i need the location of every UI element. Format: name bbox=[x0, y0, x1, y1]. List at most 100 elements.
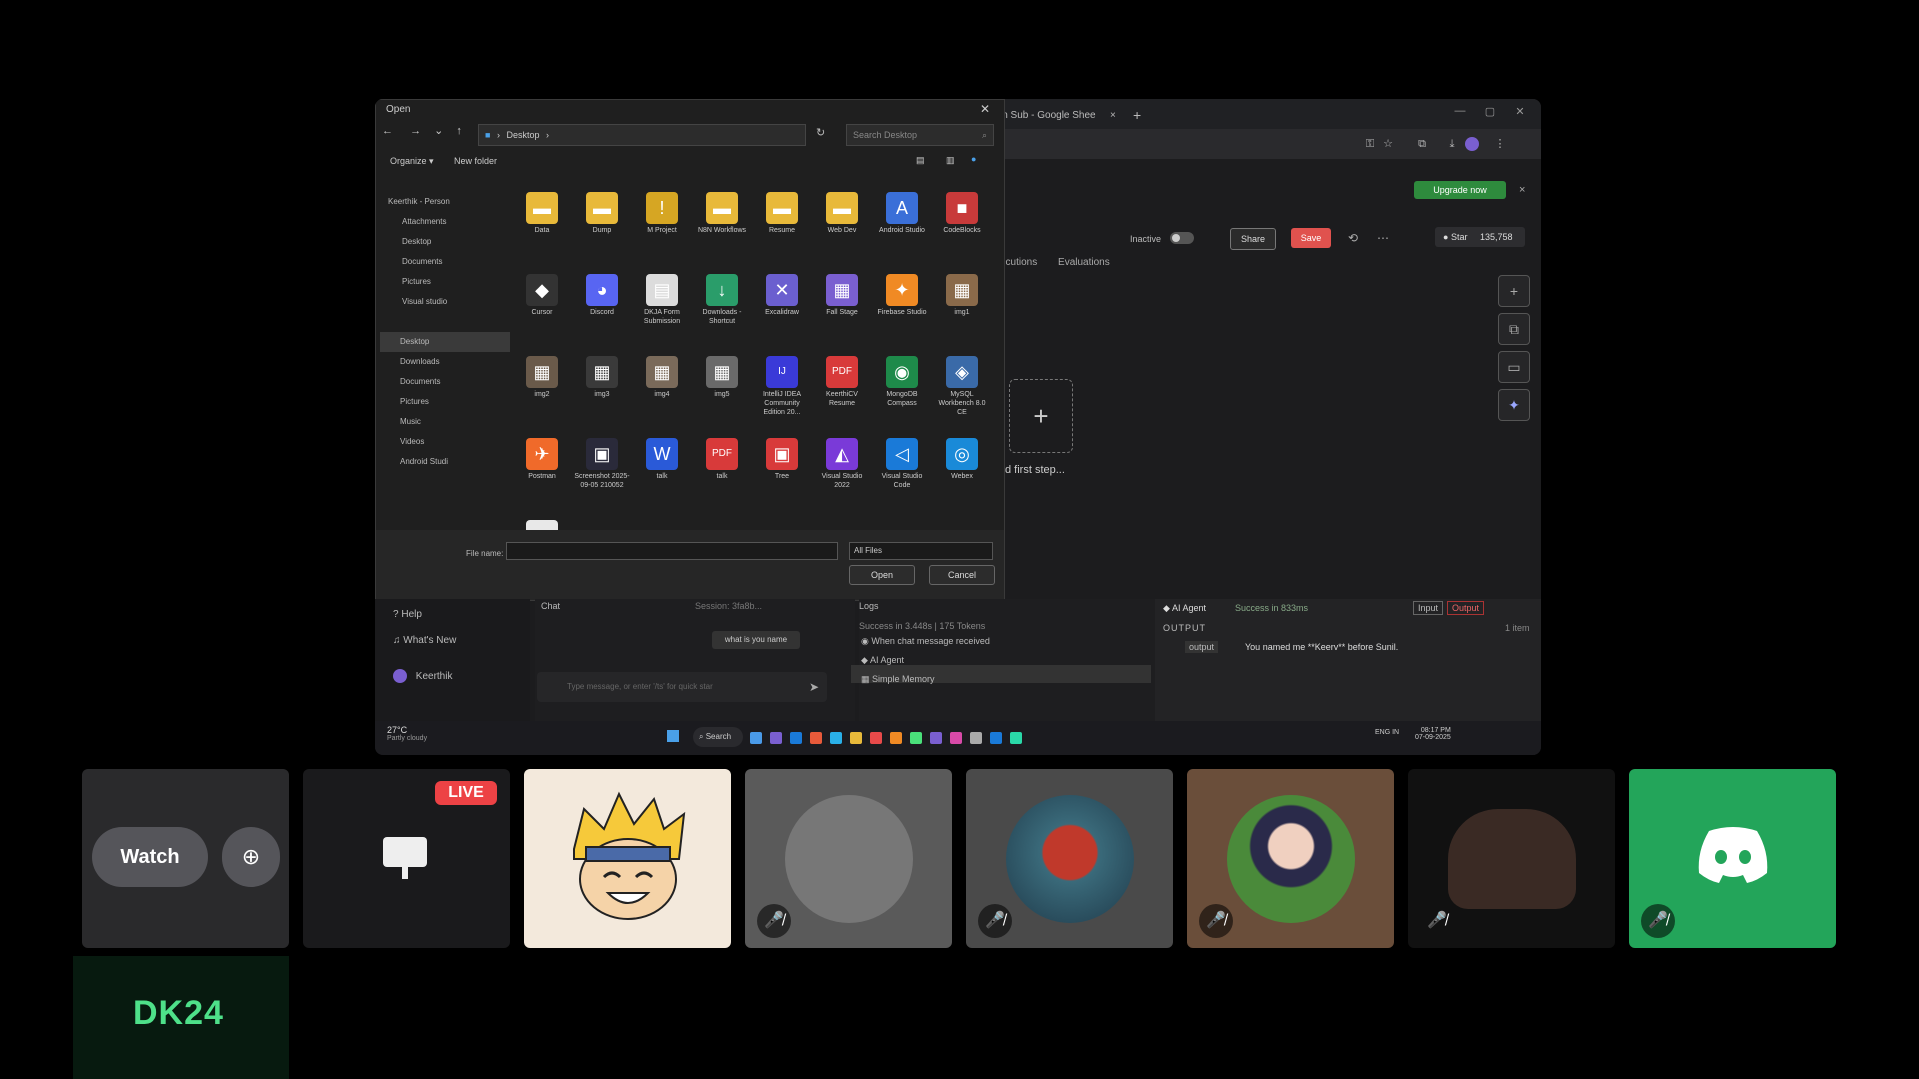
sidebar-item[interactable]: Music bbox=[380, 412, 510, 432]
taskbar-app-icon[interactable] bbox=[930, 732, 942, 744]
up-icon[interactable]: ↑ bbox=[456, 125, 462, 137]
language-indicator[interactable]: ENG IN bbox=[1375, 729, 1399, 736]
taskbar-app-icon[interactable] bbox=[1010, 732, 1022, 744]
tab-executions[interactable]: ecutions bbox=[1000, 257, 1037, 268]
taskbar-app-icon[interactable] bbox=[950, 732, 962, 744]
file-item[interactable]: ! M Project bbox=[634, 192, 690, 260]
sidebar-item[interactable]: Pictures bbox=[380, 272, 512, 292]
log-item[interactable]: ▦ Simple Memory bbox=[861, 674, 935, 685]
share-button[interactable]: Share bbox=[1230, 228, 1276, 250]
help-menu-item[interactable]: ? Help bbox=[393, 609, 422, 620]
file-item[interactable]: PDF talk bbox=[694, 438, 750, 506]
file-item[interactable]: ▦ img2 bbox=[514, 356, 570, 424]
sidebar-item[interactable]: Keerthik - Person bbox=[380, 192, 498, 212]
file-item[interactable]: PDF KeerthiCV Resume bbox=[814, 356, 870, 424]
bookmark-star-icon[interactable]: ☆ bbox=[1381, 137, 1395, 151]
log-item[interactable]: ◉ When chat message received bbox=[861, 636, 990, 647]
participant-4[interactable]: 🎤̸ bbox=[1187, 769, 1394, 948]
chat-input[interactable]: Type message, or enter '/ts' for quick s… bbox=[537, 672, 827, 702]
taskbar-app-icon[interactable] bbox=[890, 732, 902, 744]
taskbar-app-icon[interactable] bbox=[790, 732, 802, 744]
browser-menu-icon[interactable]: ⋮ bbox=[1493, 137, 1507, 151]
active-toggle[interactable] bbox=[1170, 232, 1194, 244]
file-item[interactable]: ▦ Fall Stage bbox=[814, 274, 870, 342]
sidebar-item[interactable]: Desktop bbox=[380, 232, 512, 252]
sidebar-item[interactable]: Documents bbox=[380, 252, 512, 272]
taskbar-app-icon[interactable] bbox=[910, 732, 922, 744]
pop-out-icon[interactable]: ⊕ bbox=[222, 827, 280, 887]
extensions-icon[interactable]: ⧉ bbox=[1415, 137, 1429, 151]
file-item[interactable]: ◁ Visual Studio Code bbox=[874, 438, 930, 506]
watch-button[interactable]: Watch bbox=[92, 827, 208, 887]
shared-screen[interactable]: in Sub - Google Shee × + — ▢ ✕ ⚿ ☆ ⧉ ⤓ ⋮… bbox=[375, 99, 1541, 755]
file-item[interactable]: ◉ MongoDB Compass bbox=[874, 356, 930, 424]
file-name-input[interactable] bbox=[506, 542, 838, 560]
file-item[interactable]: ▬ Data bbox=[514, 192, 570, 260]
save-button[interactable]: Save bbox=[1291, 228, 1331, 248]
taskbar-app-icon[interactable] bbox=[850, 732, 862, 744]
sidebar-item[interactable]: Documents bbox=[380, 372, 510, 392]
back-icon[interactable]: ← bbox=[382, 125, 393, 137]
recent-icon[interactable]: ⌄ bbox=[434, 125, 443, 137]
file-type-select[interactable]: All Files bbox=[849, 542, 993, 560]
zoom-in-icon[interactable]: + bbox=[1498, 275, 1530, 307]
key-icon[interactable]: ⚿ bbox=[1363, 137, 1377, 151]
maximize-icon[interactable]: ▢ bbox=[1475, 105, 1505, 123]
file-item[interactable]: ▬ Web Dev bbox=[814, 192, 870, 260]
file-item[interactable]: ■ CodeBlocks bbox=[934, 192, 990, 260]
taskbar-search[interactable]: ⌕ Search bbox=[693, 727, 743, 747]
preview-pane-icon[interactable]: ▥ bbox=[946, 155, 955, 166]
open-file-dialog[interactable]: Open ✕ ← → ⌄ ↑ ■ › Desktop › ↻ Search De… bbox=[375, 99, 1005, 601]
file-item[interactable]: ▦ img5 bbox=[694, 356, 750, 424]
file-item[interactable]: ◕ Discord bbox=[574, 274, 630, 342]
profile-avatar[interactable] bbox=[1465, 137, 1479, 151]
history-icon[interactable]: ⟲ bbox=[1345, 230, 1361, 246]
file-item[interactable]: ◆ Cursor bbox=[514, 274, 570, 342]
output-tab[interactable]: Output bbox=[1447, 601, 1485, 615]
start-icon[interactable] bbox=[667, 730, 679, 742]
panel-icon[interactable]: ▭ bbox=[1498, 351, 1530, 383]
file-item[interactable]: ▬ Dump bbox=[574, 192, 630, 260]
file-item[interactable]: ▣ Tree bbox=[754, 438, 810, 506]
whats-new-menu-item[interactable]: ♫ What's New bbox=[393, 635, 456, 646]
participant-naruto[interactable] bbox=[524, 769, 731, 948]
participant-2[interactable]: 🎤̸ bbox=[745, 769, 952, 948]
path-bar[interactable]: ■ › Desktop › bbox=[478, 124, 806, 146]
cancel-button[interactable]: Cancel bbox=[929, 565, 995, 585]
new-folder-button[interactable]: New folder bbox=[454, 156, 497, 166]
github-star-button[interactable]: ● Star 135,758 bbox=[1435, 227, 1525, 247]
stream-tile-live[interactable]: LIVE bbox=[303, 769, 510, 948]
sidebar-item[interactable]: Android Studi bbox=[380, 452, 510, 472]
sidebar-item[interactable]: Downloads bbox=[380, 352, 510, 372]
dialog-close-icon[interactable]: ✕ bbox=[980, 102, 990, 116]
add-first-step-button[interactable]: + bbox=[1009, 379, 1073, 453]
forward-icon[interactable]: → bbox=[410, 125, 421, 137]
file-item[interactable]: ▦ img4 bbox=[634, 356, 690, 424]
file-item[interactable]: ◈ MySQL Workbench 8.0 CE bbox=[934, 356, 990, 424]
path-desktop[interactable]: Desktop bbox=[506, 130, 539, 140]
file-item[interactable]: A Android Studio bbox=[874, 192, 930, 260]
upgrade-close-icon[interactable]: × bbox=[1519, 181, 1531, 199]
stream-tile-1[interactable]: Watch ⊕ bbox=[82, 769, 289, 948]
sidebar-item[interactable]: Desktop bbox=[380, 332, 510, 352]
file-item[interactable]: ▦ img1 bbox=[934, 274, 990, 342]
file-item[interactable]: Wtalk bbox=[634, 438, 690, 506]
new-tab-button[interactable]: + bbox=[1133, 105, 1151, 125]
file-item[interactable]: ▦ img3 bbox=[574, 356, 630, 424]
tab-close-icon[interactable]: × bbox=[1110, 105, 1116, 127]
copy-icon[interactable]: ⧉ bbox=[1498, 313, 1530, 345]
sidebar-item[interactable]: Pictures bbox=[380, 392, 510, 412]
file-item[interactable]: ✈ Postman bbox=[514, 438, 570, 506]
participant-3[interactable]: 🎤̸ bbox=[966, 769, 1173, 948]
file-item[interactable]: ◭ Visual Studio 2022 bbox=[814, 438, 870, 506]
file-item[interactable]: ↓ Downloads - Shortcut bbox=[694, 274, 750, 342]
taskbar-app-icon[interactable] bbox=[770, 732, 782, 744]
file-item[interactable]: ✦ Firebase Studio bbox=[874, 274, 930, 342]
clock[interactable]: 08:17 PM 07-09-2025 bbox=[1415, 727, 1451, 741]
refresh-icon[interactable]: ↻ bbox=[816, 126, 825, 139]
file-item[interactable]: ▬ Resume bbox=[754, 192, 810, 260]
participant-discord[interactable]: 🎤̸ bbox=[1629, 769, 1836, 948]
file-item[interactable]: ▤ DKJA Form Submission bbox=[634, 274, 690, 342]
taskbar-app-icon[interactable] bbox=[990, 732, 1002, 744]
participant-5[interactable]: 🎤̸ bbox=[1408, 769, 1615, 948]
